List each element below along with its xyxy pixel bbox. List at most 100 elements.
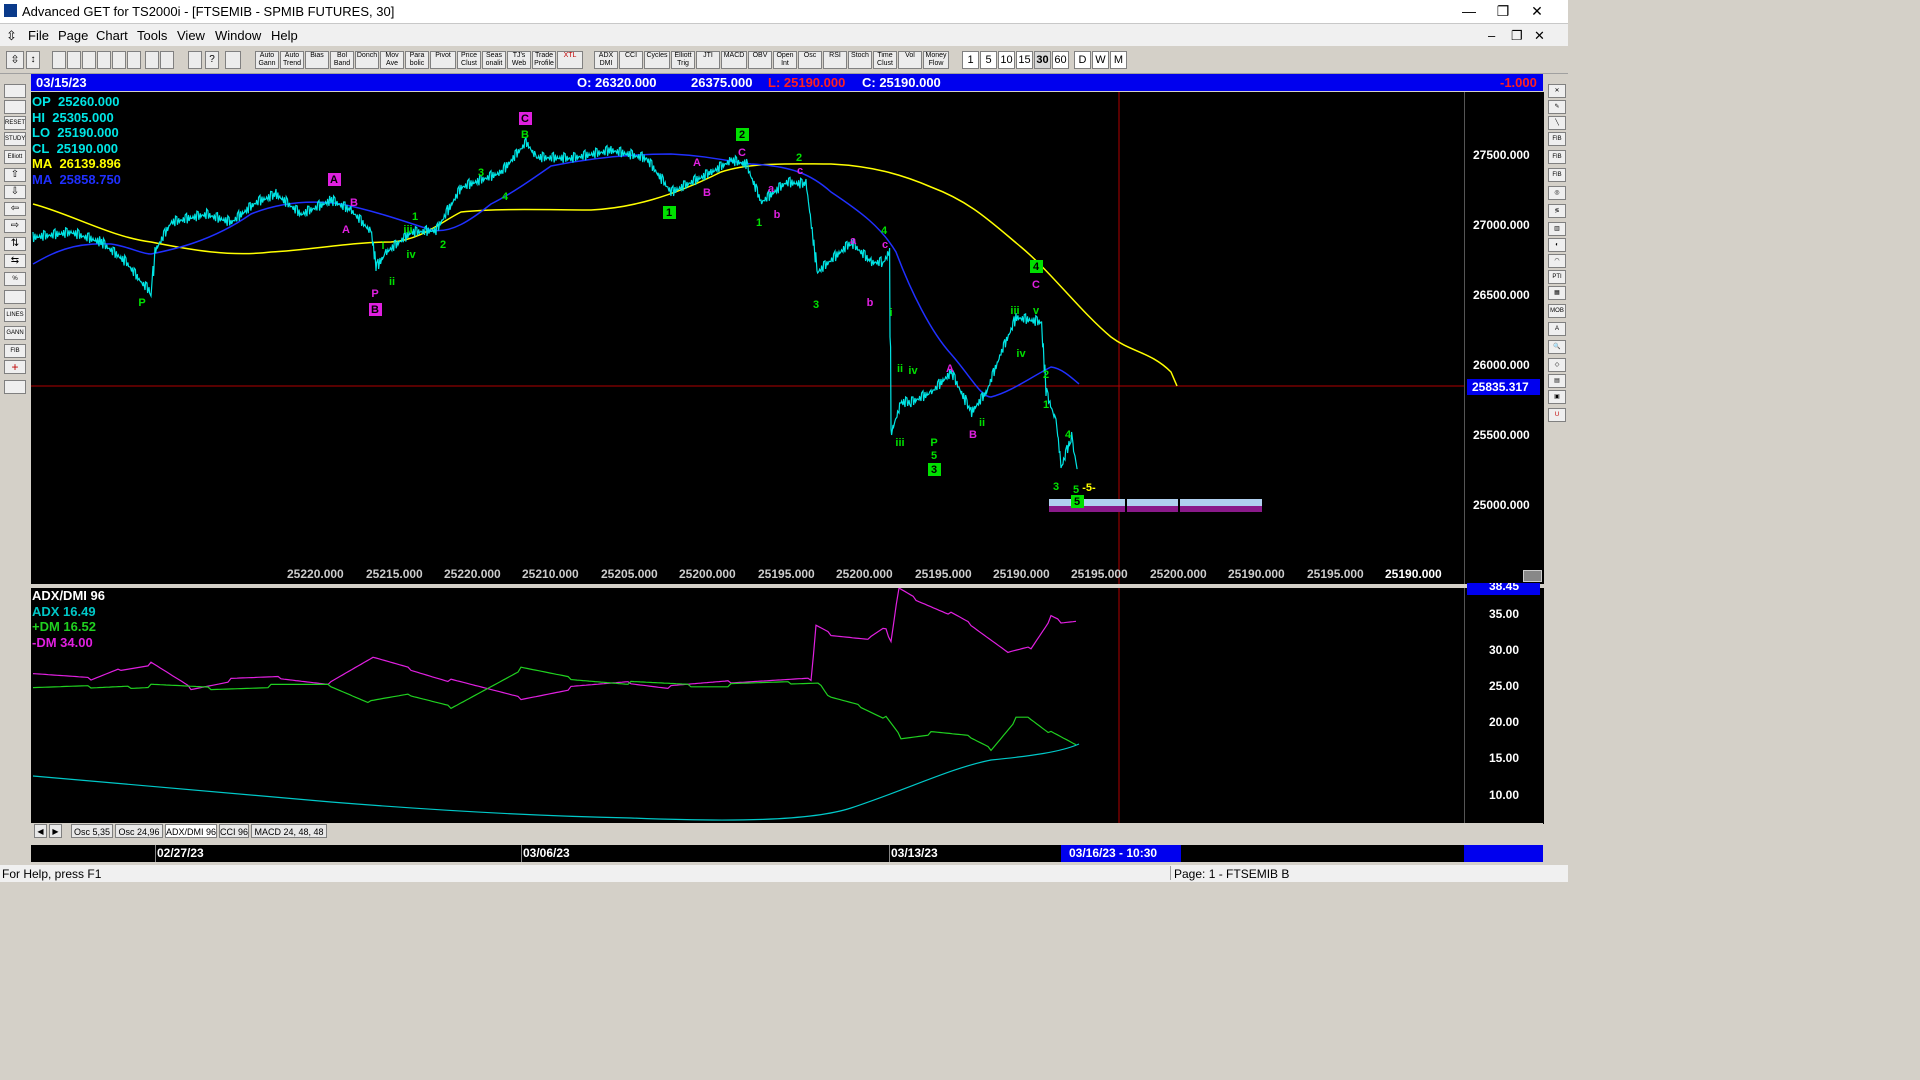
arrow-down-icon[interactable]: ⇩ (4, 185, 26, 199)
menu-page[interactable]: Page (58, 28, 88, 43)
timeframe-10-button[interactable]: 10 (998, 51, 1015, 69)
price-chart-svg[interactable]: PABA1iiiiv2iiiPB34CBAB12Cab12c4ca3 biii iv… (31, 92, 1543, 584)
arrow-left-icon[interactable]: ⇦ (4, 202, 26, 216)
axis-scale-icon[interactable] (1523, 570, 1542, 582)
timeframe-5-button[interactable]: 5 (980, 51, 997, 69)
study-pivot-button[interactable]: Pivot (430, 51, 456, 69)
percent-icon[interactable]: % (4, 272, 26, 286)
tab-macd[interactable]: MACD 24, 48, 48 (251, 824, 327, 838)
fib-ret-icon[interactable]: FIB (1548, 132, 1566, 146)
menu-tools[interactable]: Tools (137, 28, 167, 43)
study-jti-button[interactable]: JTI (696, 51, 720, 69)
eraser-icon[interactable]: ◇ (1548, 358, 1566, 372)
study-adx-dmi-button[interactable]: ADX DMI (594, 51, 618, 69)
child-close-icon[interactable]: ✕ (1534, 28, 1545, 44)
mob-icon[interactable]: MOB (1548, 304, 1566, 318)
pti-icon[interactable]: PTI (1548, 270, 1566, 284)
study-cycles-button[interactable]: Cycles (644, 51, 670, 69)
child-minimize-icon[interactable]: – (1488, 28, 1495, 43)
study-donch-button[interactable]: Donch (355, 51, 379, 69)
study-elliott-trig-button[interactable]: Elliott Trig (671, 51, 695, 69)
child-restore-icon[interactable]: ❐ (1511, 28, 1523, 44)
study-seasonal-button[interactable]: Seas onalit (482, 51, 506, 69)
circle-tool-icon[interactable]: ◎ (1548, 186, 1566, 200)
study-icon[interactable]: STUDY (4, 132, 26, 146)
menu-view[interactable]: View (177, 28, 205, 43)
x-icon[interactable]: ✕ (1548, 84, 1566, 98)
study-bol-band-button[interactable]: Bol Band (330, 51, 354, 69)
restore-icon[interactable]: ❐ (1486, 0, 1520, 22)
minimize-icon[interactable]: — (1452, 0, 1486, 22)
grid-tool-icon[interactable] (4, 290, 26, 304)
scroll-icon[interactable]: ↕ (26, 51, 40, 69)
timeframe-15-button[interactable]: 15 (1016, 51, 1033, 69)
study-stoch-button[interactable]: Stoch (848, 51, 872, 69)
timeframe-m-button[interactable]: M (1110, 51, 1127, 69)
study-xtl-button[interactable]: XTL (557, 51, 583, 69)
study-auto-trend-button[interactable]: Auto Trend (280, 51, 304, 69)
timeframe-1-button[interactable]: 1 (962, 51, 979, 69)
ruler-icon[interactable]: ▤ (1548, 374, 1566, 388)
channel-tool-icon[interactable]: ▥ (1548, 222, 1566, 236)
menu-window[interactable]: Window (215, 28, 261, 43)
menu-chart[interactable]: Chart (96, 28, 128, 43)
arrow-right-icon[interactable]: ⇨ (4, 219, 26, 233)
study-rsi-button[interactable]: RSI (823, 51, 847, 69)
window-icon[interactable] (127, 51, 141, 69)
calc-icon[interactable]: ▣ (1548, 390, 1566, 404)
study-cci-button[interactable]: CCI (619, 51, 643, 69)
line-tool-icon[interactable]: ╲ (1548, 116, 1566, 130)
bulls-bears-icon[interactable] (4, 100, 26, 114)
tab-adx-dmi-96[interactable]: ADX/DMI 96 (165, 824, 217, 838)
back-icon[interactable] (97, 51, 111, 69)
context-help-icon[interactable] (225, 51, 241, 69)
indicator-panel[interactable]: ADX/DMI 96 ADX 16.49 +DM 16.52 -DM 34.00 (31, 588, 1543, 824)
fib-icon[interactable]: FIB (4, 344, 26, 358)
text-tool-icon[interactable]: A (1548, 322, 1566, 336)
study-mov-ave-button[interactable]: Mov Ave (380, 51, 404, 69)
new-page-icon[interactable] (52, 51, 66, 69)
print-tool-icon[interactable] (4, 380, 26, 394)
arc-tool-icon[interactable]: ◠ (1548, 254, 1566, 268)
arrow-up-icon[interactable]: ⇧ (4, 168, 26, 182)
print-icon[interactable] (188, 51, 202, 69)
menu-file[interactable]: File (28, 28, 49, 43)
study-parabolic-button[interactable]: Para bolic (405, 51, 429, 69)
tools-icon[interactable]: ⇆ (4, 254, 26, 268)
lines-icon[interactable]: LINES (4, 308, 26, 322)
app-menu-icon[interactable]: ⇳ (6, 28, 17, 44)
zoom-icon[interactable]: 🔍 (1548, 340, 1566, 354)
fib-ext-icon[interactable]: FIB (1548, 150, 1566, 164)
timeframe-30-button[interactable]: 30 (1034, 51, 1051, 69)
tab-scroll-right-icon[interactable]: ▶ (49, 824, 62, 838)
help-icon[interactable]: ? (205, 51, 219, 69)
pencil-icon[interactable]: ✎ (1548, 100, 1566, 114)
cursor-icon[interactable]: ⇳ (6, 51, 24, 69)
study-auto-gann-button[interactable]: Auto Gann (255, 51, 279, 69)
study-osc-button[interactable]: Osc (798, 51, 822, 69)
fan-tool-icon[interactable]: ≶ (1548, 204, 1566, 218)
timeframe-60-button[interactable]: 60 (1052, 51, 1069, 69)
open-file-icon[interactable] (4, 84, 26, 98)
study-vol-button[interactable]: Vol (898, 51, 922, 69)
study-obv-button[interactable]: OBV (748, 51, 772, 69)
study-tjs-web-button[interactable]: TJ's Web (507, 51, 531, 69)
gann-icon[interactable]: GANN (4, 326, 26, 340)
fib-time-icon[interactable]: FIB (1548, 168, 1566, 182)
study-time-clust-button[interactable]: Time Clust (873, 51, 897, 69)
tab-cci-96[interactable]: CCI 96 (219, 824, 249, 838)
layout-icon[interactable] (160, 51, 174, 69)
reset-icon[interactable]: RESET (4, 116, 26, 130)
study-price-clust-button[interactable]: Price Clust (457, 51, 481, 69)
study-bias-button[interactable]: Bias (305, 51, 329, 69)
magnet-icon[interactable]: U (1548, 408, 1566, 422)
timeframe-w-button[interactable]: W (1092, 51, 1109, 69)
crosshair-icon[interactable]: + (4, 360, 26, 374)
indicator-svg[interactable] (31, 588, 1543, 824)
pitchfork-icon[interactable]: ⇅ (4, 237, 26, 251)
menu-help[interactable]: Help (271, 28, 298, 43)
close-icon[interactable]: ✕ (1520, 0, 1554, 22)
study-trade-profile-button[interactable]: Trade Profile (532, 51, 556, 69)
tab-osc-5-35[interactable]: Osc 5,35 (71, 824, 113, 838)
tab-osc-24-96[interactable]: Osc 24,96 (115, 824, 163, 838)
